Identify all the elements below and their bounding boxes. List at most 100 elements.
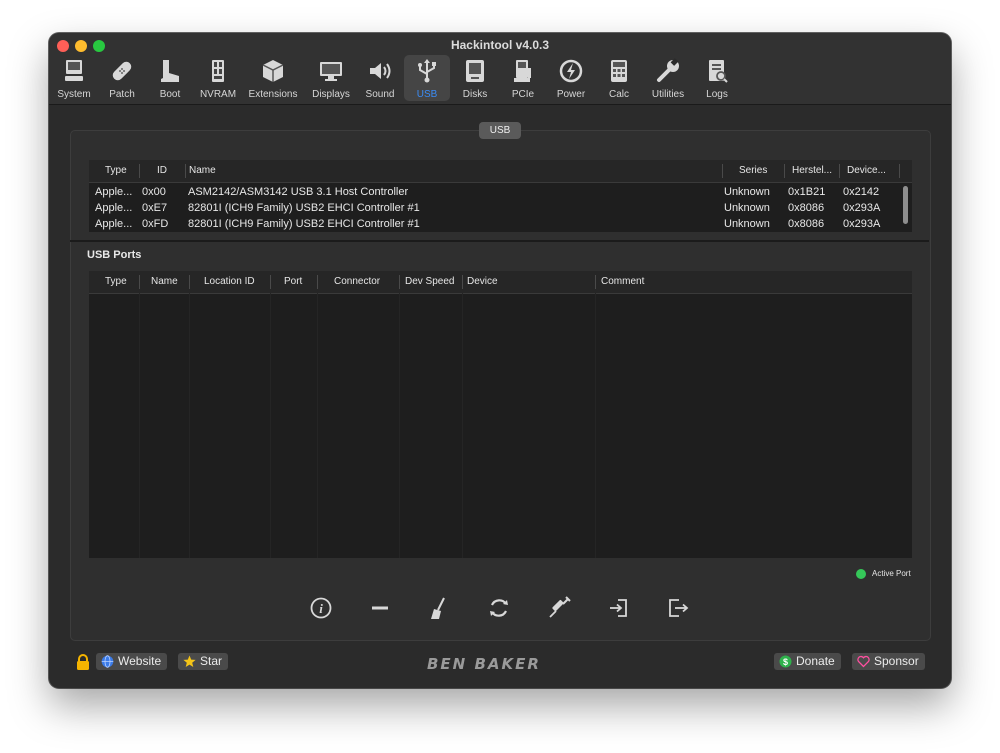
column-header-id[interactable]: ID [157, 160, 167, 182]
usb-ports-title: USB Ports [87, 249, 142, 261]
tab-patch[interactable]: Patch [99, 55, 145, 101]
website-label: Website [118, 654, 162, 668]
refresh-icon[interactable] [486, 595, 512, 621]
column-header-type[interactable]: Type [105, 271, 127, 293]
column-header-device[interactable]: Device... [847, 160, 886, 182]
column-guide [317, 293, 318, 558]
boot-icon [161, 60, 179, 82]
column-header-vendor[interactable]: Herstel... [792, 160, 832, 182]
usb-ports-table[interactable]: Type Name Location ID Port Connector Dev… [89, 271, 912, 558]
author-brand-logo: BEN BAKER [427, 655, 541, 673]
website-button[interactable]: Website [96, 653, 168, 670]
cell-type: Apple... [95, 202, 133, 214]
cell-id: 0xE7 [142, 202, 168, 214]
svg-text:i: i [319, 601, 323, 616]
split-divider[interactable] [70, 240, 929, 242]
column-guide [139, 293, 140, 558]
tab-system[interactable]: System [51, 55, 97, 101]
tab-label: Boot [159, 89, 181, 100]
cell-name: 82801I (ICH9 Family) USB2 EHCI Controlle… [188, 202, 420, 214]
cell-type: Apple... [95, 186, 133, 198]
cell-vendor: 0x8086 [788, 218, 825, 230]
active-port-indicator [856, 569, 866, 579]
remove-icon[interactable] [367, 595, 393, 621]
column-header-name[interactable]: Name [151, 271, 178, 293]
controllers-scrollbar[interactable] [903, 186, 908, 224]
tab-extensions[interactable]: Extensions [243, 55, 303, 101]
sponsor-button[interactable]: Sponsor [852, 653, 925, 670]
column-guide [189, 293, 190, 558]
tab-power[interactable]: Power [548, 55, 594, 101]
dollar-coin-icon: $ [779, 655, 792, 668]
tab-usb[interactable]: USB [404, 55, 450, 101]
column-guide [399, 293, 400, 558]
import-icon[interactable] [606, 595, 632, 621]
computer-icon [65, 60, 83, 81]
tab-displays[interactable]: Displays [307, 55, 355, 101]
info-icon[interactable]: i [308, 595, 334, 621]
tab-boot[interactable]: Boot [147, 55, 193, 101]
column-separator [185, 164, 186, 178]
cell-series: Unknown [724, 186, 770, 198]
cell-name: ASM2142/ASM3142 USB 3.1 Host Controller [188, 186, 409, 198]
clear-icon[interactable] [426, 595, 452, 621]
donate-button[interactable]: $ Donate [774, 653, 841, 670]
star-button[interactable]: Star [178, 653, 229, 670]
usb-icon [418, 59, 436, 83]
star-icon [183, 655, 196, 667]
tab-label: Utilities [651, 89, 685, 100]
window-title: Hackintool v4.0.3 [450, 38, 550, 52]
table-header: Type Name Location ID Port Connector Dev… [89, 271, 912, 294]
cell-id: 0xFD [142, 218, 169, 230]
column-header-device[interactable]: Device [467, 271, 498, 293]
sponsor-label: Sponsor [874, 654, 919, 668]
wrench-icon [657, 58, 679, 82]
column-header-series[interactable]: Series [739, 160, 767, 182]
tab-label: Disks [462, 89, 488, 100]
cell-series: Unknown [724, 202, 770, 214]
column-separator [899, 164, 900, 178]
disk-icon [466, 60, 484, 82]
log-document-icon [709, 60, 728, 83]
column-separator [784, 164, 785, 178]
column-header-port[interactable]: Port [284, 271, 302, 293]
tab-sound[interactable]: Sound [357, 55, 403, 101]
lock-icon[interactable] [76, 654, 90, 670]
column-separator [317, 275, 318, 289]
globe-icon [101, 655, 114, 668]
tab-nvram[interactable]: NVRAM [195, 55, 241, 101]
column-header-type[interactable]: Type [105, 160, 127, 182]
tab-label: Calc [608, 89, 629, 100]
tab-utilities[interactable]: Utilities [644, 55, 692, 101]
tab-logs[interactable]: Logs [694, 55, 740, 101]
group-box-label: USB [479, 122, 521, 139]
column-header-connector[interactable]: Connector [334, 271, 380, 293]
column-separator [595, 275, 596, 289]
tab-label: Logs [706, 89, 728, 100]
column-separator [839, 164, 840, 178]
cell-series: Unknown [724, 218, 770, 230]
column-header-dev-speed[interactable]: Dev Speed [405, 271, 454, 293]
column-separator [722, 164, 723, 178]
column-separator [189, 275, 190, 289]
main-window: Hackintool v4.0.3 System Patch Boot NVRA… [49, 33, 951, 688]
tab-pcie[interactable]: PCIe [500, 55, 546, 101]
tab-label: Power [556, 89, 586, 100]
titlebar: Hackintool v4.0.3 System Patch Boot NVRA… [49, 33, 951, 105]
column-guide [595, 293, 596, 558]
usb-controllers-table[interactable]: Type ID Name Series Herstel... Device...… [89, 160, 912, 232]
inject-icon[interactable] [546, 595, 572, 621]
export-icon[interactable] [665, 595, 691, 621]
cell-device: 0x293A [843, 202, 881, 214]
star-label: Star [200, 654, 223, 668]
column-header-location-id[interactable]: Location ID [204, 271, 255, 293]
tab-calc[interactable]: Calc [596, 55, 642, 101]
column-guide [270, 293, 271, 558]
tab-disks[interactable]: Disks [452, 55, 498, 101]
calculator-icon [611, 60, 627, 82]
column-header-name[interactable]: Name [189, 160, 216, 182]
column-separator [139, 164, 140, 178]
memory-chip-icon [212, 60, 224, 82]
column-header-comment[interactable]: Comment [601, 271, 644, 293]
tab-label: NVRAM [199, 89, 237, 100]
